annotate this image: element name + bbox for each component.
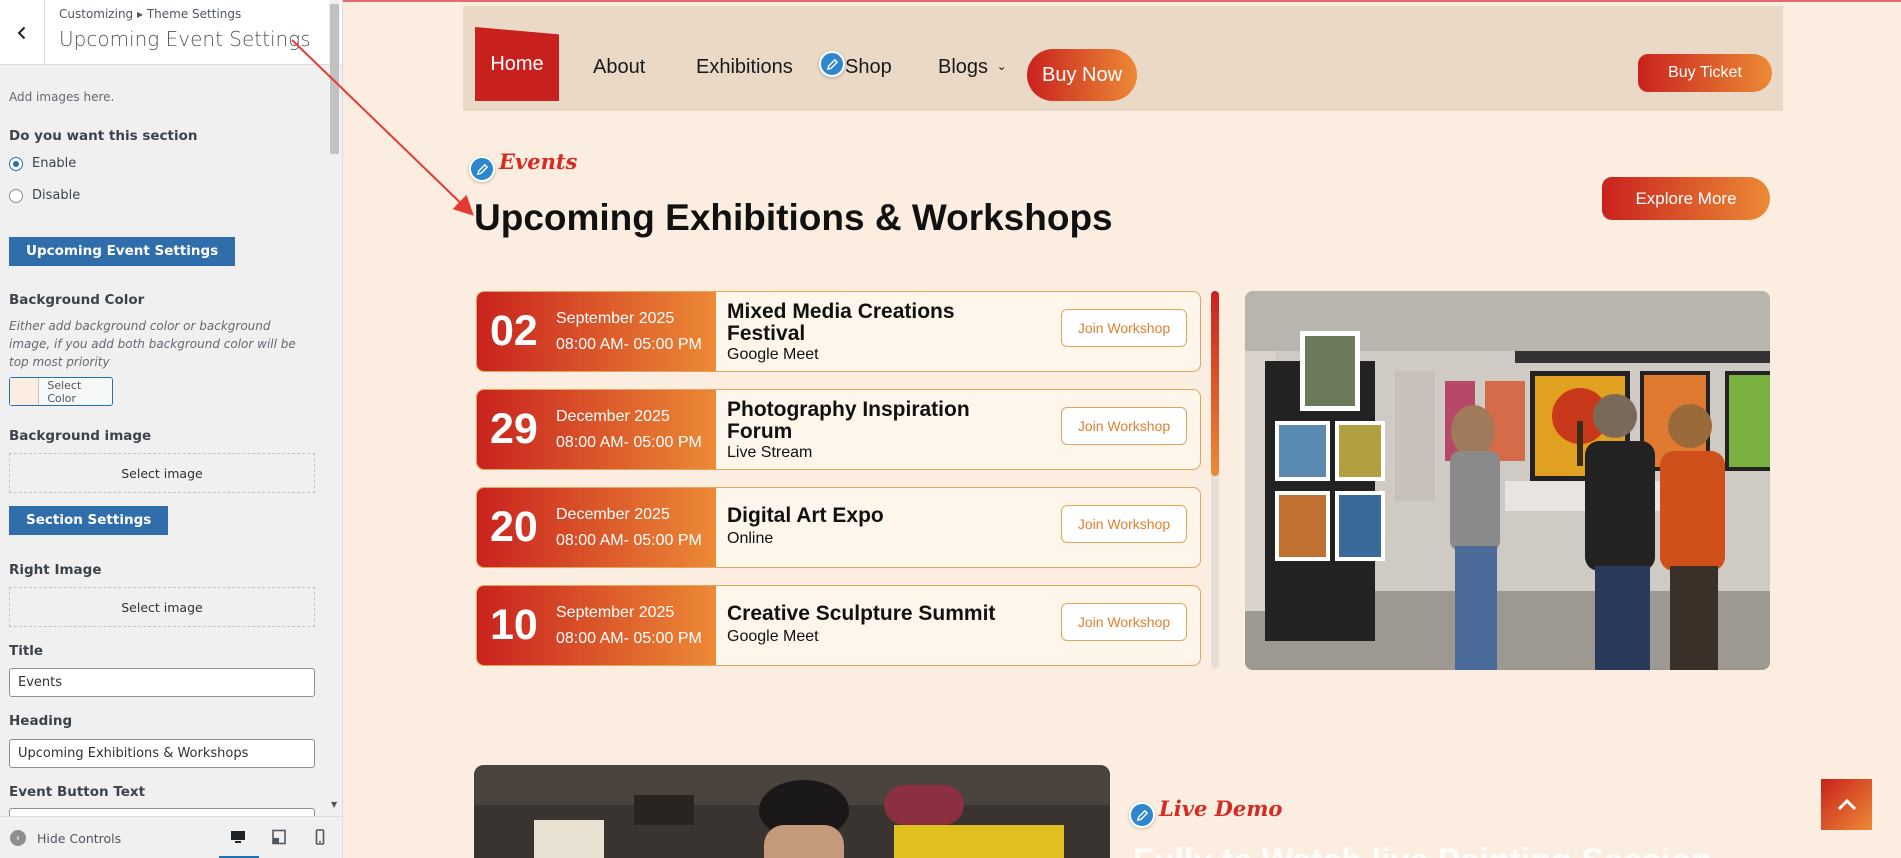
bg-color-label: Background Color [9,292,145,308]
panel-footer: ‹ Hide Controls [0,816,342,858]
bg-select-image-button[interactable]: Select image [9,453,315,493]
event-date-block: 02 September 2025 08:00 AM- 05:00 PM [477,292,716,371]
tablet-icon[interactable] [269,827,289,847]
event-date-block: 20 December 2025 08:00 AM- 05:00 PM [477,488,716,567]
radio-enable[interactable]: Enable [9,156,76,171]
edit-pencil-icon[interactable] [1129,802,1155,828]
event-month: December 2025 [556,506,670,523]
nav-about[interactable]: About [593,56,645,79]
event-day: 20 [490,503,538,551]
event-location: Live Stream [727,444,813,461]
bg-image-label: Background image [9,428,152,444]
event-location: Online [727,530,774,547]
upcoming-event-settings-button[interactable]: Upcoming Event Settings [9,237,236,266]
event-day: 02 [490,307,538,355]
join-workshop-button[interactable]: Join Workshop [1061,407,1187,445]
scroll-down-arrow-icon[interactable]: ▼ [331,800,337,809]
scroll-to-top-button[interactable] [1821,779,1872,830]
edit-pencil-icon[interactable] [819,51,845,77]
explore-more-button[interactable]: Explore More [1602,177,1770,220]
right-select-image-button[interactable]: Select image [9,587,315,627]
live-demo-photo [474,765,1110,858]
event-location: Google Meet [727,346,819,363]
event-date-block: 29 December 2025 08:00 AM- 05:00 PM [477,390,716,469]
join-workshop-button[interactable]: Join Workshop [1061,603,1187,641]
radio-disable-dot[interactable] [9,188,23,203]
hide-controls-button[interactable]: ‹ Hide Controls [10,830,121,846]
join-workshop-button[interactable]: Join Workshop [1061,505,1187,543]
right-image-label: Right Image [9,562,102,578]
events-scroll-thumb[interactable] [1211,291,1219,476]
collapse-icon: ‹ [10,830,26,846]
event-card: 20 December 2025 08:00 AM- 05:00 PM Digi… [476,487,1201,568]
event-button-text-label: Event Button Text [9,784,146,800]
event-card: 10 September 2025 08:00 AM- 05:00 PM Cre… [476,585,1201,666]
select-color-button[interactable]: Select Color [9,377,113,406]
events-kicker: Events [499,149,578,174]
live-demo-heading: Fully te Watch live Painting Session [1133,842,1712,858]
event-title: Digital Art Expo [727,504,884,527]
title-label: Title [9,643,44,659]
buy-now-button[interactable]: Buy Now [1027,49,1137,101]
section-settings-button[interactable]: Section Settings [9,506,169,535]
back-button[interactable] [0,0,45,65]
event-card: 29 December 2025 08:00 AM- 05:00 PM Phot… [476,389,1201,470]
panel-scrollbar[interactable] [329,0,340,800]
radio-enable-label: Enable [32,156,77,171]
event-month: September 2025 [556,604,675,621]
heading-label: Heading [9,713,73,729]
buy-ticket-button[interactable]: Buy Ticket [1638,54,1772,92]
add-images-note: Add images here. [9,90,115,104]
event-time: 08:00 AM- 05:00 PM [556,336,702,353]
radio-disable[interactable]: Disable [9,188,80,203]
events-heading: Upcoming Exhibitions & Workshops [474,197,1113,238]
nav-blogs[interactable]: Blogs ⌄ [938,56,1007,79]
event-location: Google Meet [727,628,819,645]
edit-pencil-icon[interactable] [469,156,495,182]
nav-blogs-label: Blogs [938,56,989,78]
gallery-photo [1245,291,1770,670]
site-preview: Home About Exhibitions Shop Blogs ⌄ Buy … [343,0,1901,858]
event-card: 02 September 2025 08:00 AM- 05:00 PM Mix… [476,291,1201,372]
panel-header: Customizing ▸ Theme Settings Upcoming Ev… [0,0,342,65]
events-scrollbar[interactable] [1211,291,1219,669]
panel-scroll-thumb[interactable] [330,4,339,154]
event-title: Creative Sculpture Summit [727,602,996,625]
desktop-icon[interactable] [228,827,248,847]
title-input[interactable]: Events [9,668,315,697]
event-title: Mixed Media Creations Festival [727,300,955,345]
hide-controls-label: Hide Controls [37,830,122,846]
nav-home[interactable]: Home [475,27,559,101]
top-accent-line [343,0,1901,2]
event-time: 08:00 AM- 05:00 PM [556,532,702,549]
event-time: 08:00 AM- 05:00 PM [556,434,702,451]
bg-color-description: Either add background color or backgroun… [9,319,296,369]
heading-input[interactable]: Upcoming Exhibitions & Workshops [9,739,315,768]
radio-disable-label: Disable [32,188,81,203]
customizer-panel: Customizing ▸ Theme Settings Upcoming Ev… [0,0,343,858]
event-date-block: 10 September 2025 08:00 AM- 05:00 PM [477,586,716,665]
event-month: September 2025 [556,310,675,327]
event-day: 29 [490,405,538,453]
nav-exhibitions[interactable]: Exhibitions [696,56,793,79]
event-day: 10 [490,601,538,649]
join-workshop-button[interactable]: Join Workshop [1061,309,1187,347]
event-month: December 2025 [556,408,670,425]
nav-shop[interactable]: Shop [845,56,892,79]
chevron-left-icon [17,26,26,39]
enable-question-label: Do you want this section [9,128,198,144]
breadcrumb: Customizing ▸ Theme Settings [59,7,242,21]
chevron-up-icon [1837,798,1856,810]
panel-section-title: Upcoming Event Settings [59,27,311,51]
color-swatch [10,378,40,405]
event-title: Photography Inspiration Forum [727,398,970,443]
main-navigation: Home About Exhibitions Shop Blogs ⌄ Buy … [463,6,1783,111]
live-demo-kicker: Live Demo [1159,796,1283,821]
event-time: 08:00 AM- 05:00 PM [556,630,702,647]
select-color-label: Select Color [47,378,82,405]
chevron-down-icon: ⌄ [996,59,1007,73]
mobile-icon[interactable] [310,827,330,847]
radio-enable-dot[interactable] [9,156,23,171]
